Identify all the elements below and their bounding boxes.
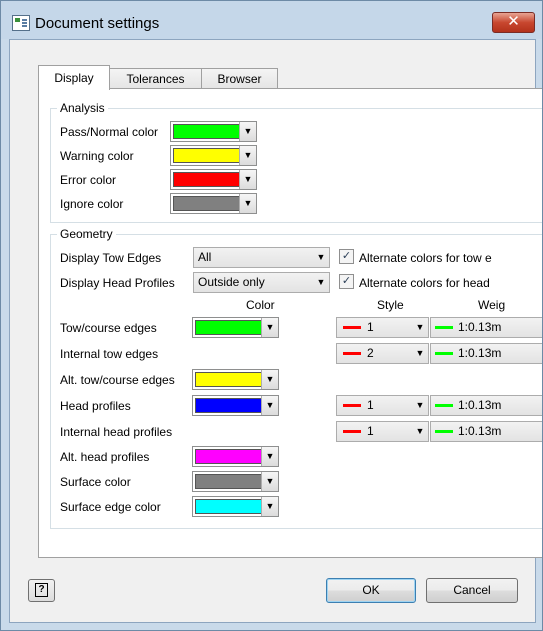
head-profiles-style-select[interactable]: 1 ▼ — [336, 395, 429, 416]
tab-tolerances[interactable]: Tolerances — [109, 68, 202, 89]
chevron-down-icon: ▼ — [415, 322, 425, 332]
help-button[interactable]: ? — [28, 579, 55, 602]
document-settings-dialog: Document settings ✕ Display Tolerances B… — [0, 0, 543, 631]
head-profiles-label: Head profiles — [60, 399, 131, 413]
chevron-down-icon: ▼ — [316, 277, 326, 287]
internal-tow-edges-style-select[interactable]: 2 ▼ — [336, 343, 429, 364]
color-swatch — [195, 372, 262, 387]
window-title: Document settings — [35, 15, 160, 32]
warning-color-picker[interactable]: ▼ — [170, 145, 257, 166]
display-tow-edges-label: Display Tow Edges — [60, 251, 162, 265]
chevron-down-icon[interactable]: ▼ — [261, 497, 278, 516]
color-swatch — [173, 124, 240, 139]
analysis-group-title: Analysis — [57, 101, 108, 115]
internal-tow-edges-weight-select[interactable]: 1:0.13m — [430, 343, 542, 364]
tow-course-edges-color-picker[interactable]: ▼ — [192, 317, 279, 338]
chevron-down-icon[interactable]: ▼ — [239, 170, 256, 189]
line-weight-swatch — [435, 352, 453, 355]
style-column-header: Style — [377, 298, 404, 312]
chevron-down-icon[interactable]: ▼ — [261, 318, 278, 337]
chevron-down-icon[interactable]: ▼ — [261, 396, 278, 415]
error-color-picker[interactable]: ▼ — [170, 169, 257, 190]
chevron-down-icon: ▼ — [415, 348, 425, 358]
surface-edge-color-label: Surface edge color — [60, 500, 161, 514]
alt-head-profiles-color-picker[interactable]: ▼ — [192, 446, 279, 467]
select-value: 1:0.13m — [458, 320, 502, 334]
color-swatch — [195, 320, 262, 335]
surface-color-picker[interactable]: ▼ — [192, 471, 279, 492]
pass-normal-color-label: Pass/Normal color — [60, 125, 159, 139]
line-style-swatch — [343, 404, 361, 407]
chevron-down-icon: ▼ — [415, 426, 425, 436]
internal-tow-edges-label: Internal tow edges — [60, 347, 159, 361]
tow-course-edges-weight-select[interactable]: 1:0.13m — [430, 317, 542, 338]
cancel-button[interactable]: Cancel — [426, 578, 518, 603]
chevron-down-icon[interactable]: ▼ — [261, 447, 278, 466]
geometry-group-title: Geometry — [57, 227, 116, 241]
alt-colors-tow-checkbox[interactable]: ✓ — [339, 249, 354, 264]
head-profiles-color-picker[interactable]: ▼ — [192, 395, 279, 416]
display-head-profiles-select[interactable]: Outside only ▼ — [193, 272, 330, 293]
select-value: All — [198, 250, 212, 264]
tab-browser[interactable]: Browser — [201, 68, 278, 89]
alt-colors-tow-label: Alternate colors for tow e — [359, 251, 492, 265]
line-style-swatch — [343, 352, 361, 355]
chevron-down-icon: ▼ — [316, 252, 326, 262]
head-profiles-weight-select[interactable]: 1:0.13m — [430, 395, 542, 416]
chevron-down-icon[interactable]: ▼ — [239, 146, 256, 165]
internal-head-profiles-style-select[interactable]: 1 ▼ — [336, 421, 429, 442]
line-weight-swatch — [435, 404, 453, 407]
ignore-color-picker[interactable]: ▼ — [170, 193, 257, 214]
line-style-swatch — [343, 326, 361, 329]
warning-color-label: Warning color — [60, 149, 134, 163]
tow-course-edges-style-select[interactable]: 1 ▼ — [336, 317, 429, 338]
surface-edge-color-picker[interactable]: ▼ — [192, 496, 279, 517]
color-swatch — [173, 172, 240, 187]
color-swatch — [195, 474, 262, 489]
alt-colors-head-checkbox[interactable]: ✓ — [339, 274, 354, 289]
pass-normal-color-picker[interactable]: ▼ — [170, 121, 257, 142]
app-icon — [12, 15, 30, 31]
select-value: 2 — [367, 346, 374, 360]
help-icon: ? — [35, 583, 48, 597]
alt-tow-course-edges-color-picker[interactable]: ▼ — [192, 369, 279, 390]
error-color-label: Error color — [60, 173, 117, 187]
line-weight-swatch — [435, 326, 453, 329]
chevron-down-icon[interactable]: ▼ — [261, 370, 278, 389]
display-tow-edges-select[interactable]: All ▼ — [193, 247, 330, 268]
color-swatch — [195, 449, 262, 464]
select-value: 1:0.13m — [458, 424, 502, 438]
select-value: 1 — [367, 398, 374, 412]
color-swatch — [173, 148, 240, 163]
internal-head-profiles-label: Internal head profiles — [60, 425, 173, 439]
select-value: 1 — [367, 424, 374, 438]
select-value: 1 — [367, 320, 374, 334]
color-swatch — [173, 196, 240, 211]
ignore-color-label: Ignore color — [60, 197, 124, 211]
chevron-down-icon[interactable]: ▼ — [239, 194, 256, 213]
alt-head-profiles-label: Alt. head profiles — [60, 450, 150, 464]
alt-colors-head-label: Alternate colors for head — [359, 276, 490, 290]
select-value: Outside only — [198, 275, 265, 289]
title-bar[interactable]: Document settings ✕ — [1, 1, 542, 39]
alt-tow-course-edges-label: Alt. tow/course edges — [60, 373, 175, 387]
select-value: 1:0.13m — [458, 398, 502, 412]
weight-column-header: Weig — [478, 298, 506, 312]
display-head-profiles-label: Display Head Profiles — [60, 276, 175, 290]
line-weight-swatch — [435, 430, 453, 433]
tow-course-edges-label: Tow/course edges — [60, 321, 157, 335]
tab-display[interactable]: Display — [38, 65, 110, 90]
chevron-down-icon[interactable]: ▼ — [261, 472, 278, 491]
line-style-swatch — [343, 430, 361, 433]
chevron-down-icon[interactable]: ▼ — [239, 122, 256, 141]
close-button[interactable]: ✕ — [492, 12, 535, 33]
surface-color-label: Surface color — [60, 475, 131, 489]
select-value: 1:0.13m — [458, 346, 502, 360]
internal-head-profiles-weight-select[interactable]: 1:0.13m — [430, 421, 542, 442]
color-column-header: Color — [246, 298, 275, 312]
color-swatch — [195, 499, 262, 514]
chevron-down-icon: ▼ — [415, 400, 425, 410]
color-swatch — [195, 398, 262, 413]
ok-button[interactable]: OK — [326, 578, 416, 603]
